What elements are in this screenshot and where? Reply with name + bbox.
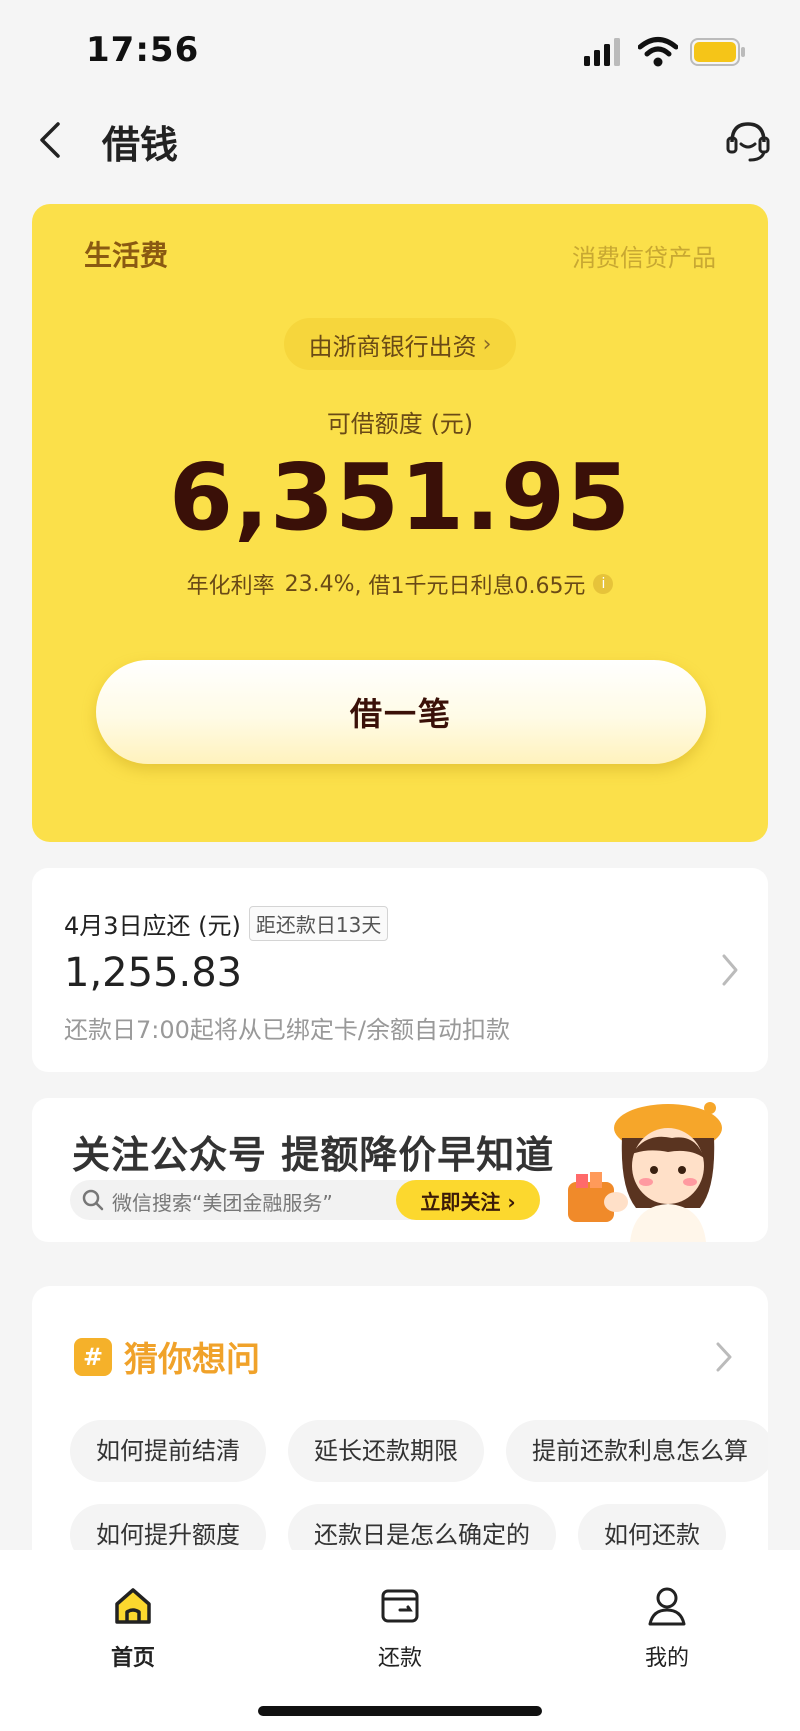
repay-icon: [381, 1589, 419, 1623]
follow-button[interactable]: 立即关注 ›: [396, 1180, 540, 1220]
faq-title: 猜你想问: [124, 1340, 260, 1380]
rate-label: 年化利率: [186, 574, 275, 599]
home-icon: [115, 1588, 151, 1624]
limit-label: 可借额度 (元): [326, 410, 474, 438]
bank-funding-link[interactable]: 由浙商银行出资 ›: [284, 318, 516, 370]
status-bar: 17:56: [0, 0, 800, 100]
limit-amount: 6,351.95: [169, 444, 631, 551]
banner-search-text: 微信搜索“美团金融服务”: [112, 1191, 333, 1215]
home-indicator: [258, 1706, 542, 1716]
tab-repay[interactable]: 还款: [340, 1584, 460, 1672]
info-icon[interactable]: i: [593, 574, 614, 594]
faq-row-1: 如何提前结清 延长还款期限 提前还款利息怎么算: [70, 1420, 768, 1482]
loan-card: 生活费 消费信贷产品 由浙商银行出资 › 可借额度 (元) 6,351.95 年…: [32, 204, 768, 842]
tab-bar: 首页 还款 我的: [0, 1550, 800, 1731]
tab-label: 首页: [110, 1646, 155, 1671]
back-icon[interactable]: [32, 118, 72, 162]
bank-funding-text: 由浙商银行出资: [308, 332, 477, 361]
repayment-label: 4月3日应还 (元): [64, 912, 241, 940]
search-icon: [82, 1189, 104, 1211]
tab-label: 还款: [377, 1646, 422, 1671]
faq-chip[interactable]: 如何提前结清: [70, 1420, 266, 1482]
banner-search-hint: 微信搜索“美团金融服务” 立即关注 ›: [70, 1180, 540, 1220]
chevron-right-icon: ›: [482, 331, 492, 357]
faq-header[interactable]: # 猜你想问: [74, 1332, 260, 1381]
product-type: 消费信贷产品: [572, 244, 716, 272]
faq-chip[interactable]: 提前还款利息怎么算: [506, 1420, 768, 1482]
hashtag-icon: #: [74, 1337, 112, 1376]
wifi-icon: [638, 37, 678, 67]
tab-label: 我的: [644, 1646, 689, 1671]
profile-icon: [648, 1587, 686, 1626]
banner-title: 关注公众号 提额降价早知道: [72, 1133, 555, 1177]
cellular-signal-icon: [584, 38, 620, 66]
status-time: 17:56: [86, 30, 200, 70]
due-badge: 距还款日13天: [248, 906, 389, 941]
tab-home[interactable]: 首页: [73, 1584, 193, 1672]
faq-chip[interactable]: 延长还款期限: [288, 1420, 484, 1482]
product-name: 生活费: [84, 239, 169, 272]
rate-info: 年化利率 23.4% , 借1千元日利息0.65元 i: [32, 568, 768, 600]
follow-banner[interactable]: 关注公众号 提额降价早知道 微信搜索“美团金融服务” 立即关注 ›: [32, 1098, 768, 1242]
page-title: 借钱: [102, 123, 179, 167]
repayment-note: 还款日7:00起将从已绑定卡/余额自动扣款: [64, 1016, 510, 1044]
borrow-button[interactable]: 借一笔: [96, 660, 706, 764]
repayment-amount: 1,255.83: [64, 950, 243, 996]
chevron-right-icon: [722, 954, 738, 986]
rate-suffix: , 借1千元日利息0.65元: [354, 574, 586, 599]
rate-value: 23.4%: [284, 571, 355, 597]
battery-icon: [690, 38, 745, 66]
chevron-right-icon[interactable]: [714, 1340, 734, 1374]
tab-profile[interactable]: 我的: [607, 1584, 727, 1672]
repayment-header: 4月3日应还 (元) 距还款日13天: [64, 906, 389, 941]
faq-section: # 猜你想问 如何提前结清 延长还款期限 提前还款利息怎么算 如何提升额度 还款…: [32, 1286, 768, 1586]
customer-service-icon[interactable]: [722, 114, 774, 166]
nav-bar: 借钱: [0, 100, 800, 180]
mascot-illustration: [568, 1102, 722, 1242]
repayment-card[interactable]: 4月3日应还 (元) 距还款日13天 1,255.83 还款日7:00起将从已绑…: [32, 868, 768, 1072]
